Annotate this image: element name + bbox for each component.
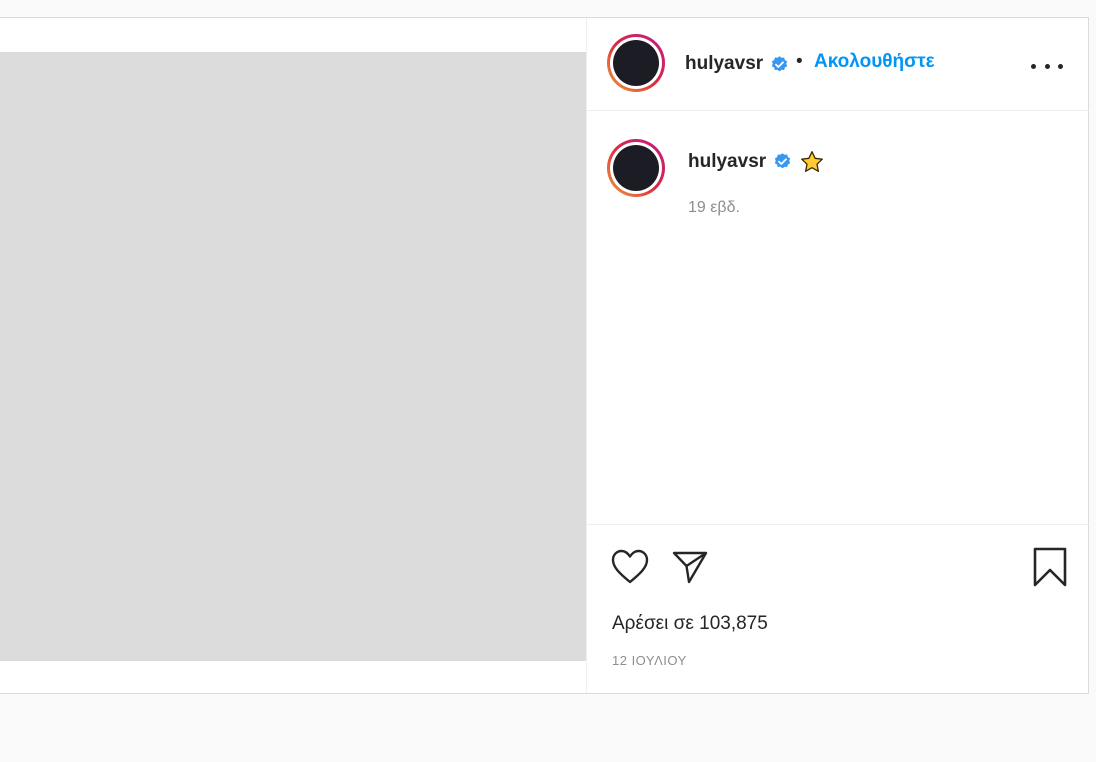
verified-badge-icon bbox=[771, 56, 788, 72]
post-sidebar: hulyavsr • Ακολουθήστε hulyavsr 19 εβδ. … bbox=[586, 18, 1089, 693]
verified-badge-icon bbox=[774, 153, 791, 169]
caption-username[interactable]: hulyavsr bbox=[688, 151, 766, 173]
paper-plane-icon[interactable] bbox=[671, 549, 709, 585]
post-photo[interactable] bbox=[0, 52, 586, 661]
star-emoji-icon bbox=[801, 151, 823, 172]
post-age[interactable]: 19 εβδ. bbox=[688, 199, 740, 217]
bookmark-icon[interactable] bbox=[1033, 547, 1067, 587]
heart-icon[interactable] bbox=[611, 549, 649, 585]
follow-button[interactable]: Ακολουθήστε bbox=[814, 51, 935, 73]
post-container: hulyavsr • Ακολουθήστε hulyavsr 19 εβδ. … bbox=[0, 17, 1089, 694]
avatar[interactable] bbox=[607, 34, 665, 92]
likes-count[interactable]: Αρέσει σε 103,875 bbox=[612, 613, 768, 635]
post-actions: Αρέσει σε 103,875 12 ΙΟΥΛΙΟΥ bbox=[587, 524, 1089, 694]
more-options-icon[interactable] bbox=[1031, 64, 1063, 72]
post-date[interactable]: 12 ΙΟΥΛΙΟΥ bbox=[612, 653, 687, 668]
separator-dot: • bbox=[796, 51, 803, 72]
post-header: hulyavsr • Ακολουθήστε bbox=[587, 18, 1089, 111]
caption-avatar[interactable] bbox=[607, 139, 665, 197]
header-username[interactable]: hulyavsr bbox=[685, 53, 763, 75]
